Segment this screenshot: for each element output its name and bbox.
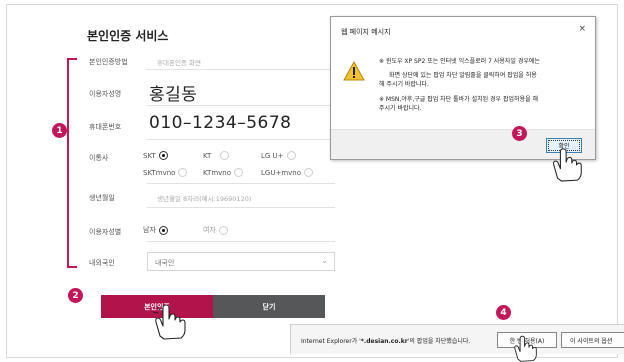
- step-badge-2: 2: [68, 288, 83, 303]
- dialog-message-line: ※ 윈도우 XP SP2 또는 인터넷 익스플로러 7 사용자일 경우에는: [379, 58, 540, 65]
- carrier-option-lgumvno[interactable]: LGU+mvno: [261, 168, 313, 177]
- divider: [147, 241, 335, 242]
- radio-selected-icon[interactable]: [158, 151, 168, 160]
- divider: [147, 207, 335, 208]
- phone-field[interactable]: 010–1234–5678: [149, 113, 291, 133]
- carrier-option-label: SKT: [143, 151, 156, 160]
- name-field[interactable]: 홍길동: [149, 80, 197, 105]
- ie-bar-domain: *.desian.co.kr: [360, 338, 408, 345]
- radio-selected-icon[interactable]: [158, 225, 168, 235]
- carrier-option-kt[interactable]: KT: [203, 151, 230, 160]
- carrier-option-ktmvno[interactable]: KTmvno: [203, 168, 244, 177]
- dialog-message-line: 화면 상단에 있는 팝업 차단 알림줄을 클릭하여 팝업을 허용: [389, 72, 537, 79]
- nationality-value: 내국인: [155, 259, 175, 267]
- pointer-hand-icon: [152, 304, 186, 340]
- dialog-title: 웹 페이지 메시지: [341, 28, 391, 36]
- carrier-option-label: KT: [203, 151, 212, 160]
- carrier-option-skt[interactable]: SKT: [143, 151, 168, 160]
- nationality-select[interactable]: 내국인 ⌄: [147, 252, 335, 271]
- step-badge-3: 3: [512, 126, 527, 141]
- birth-input[interactable]: 생년월일 8자리(예시:19690120): [157, 193, 251, 203]
- ie-popup-blocked-bar: Internet Explorer가 '*.desian.co.kr'의 팝업을…: [290, 324, 624, 354]
- divider: [147, 139, 335, 140]
- step-badge-4: 4: [496, 305, 511, 320]
- birth-label: 생년월일: [89, 194, 115, 202]
- carrier-option-label: KTmvno: [203, 168, 232, 177]
- dialog-message-line: 주시기 바랍니다.: [379, 105, 422, 112]
- divider: [147, 183, 335, 184]
- gender-label: 이용자성별: [89, 228, 122, 236]
- radio-icon[interactable]: [220, 151, 230, 160]
- dialog-message-line: ※ MSN,야후,구글 팝업 차단 툴바가 설치된 경우 팝업허용을 해: [379, 96, 539, 103]
- ie-bar-message-suffix: '의 팝업을 차단했습니다.: [407, 338, 471, 345]
- divider: [147, 69, 335, 70]
- nationality-label: 내외국인: [89, 259, 115, 267]
- radio-icon[interactable]: [286, 151, 296, 160]
- warning-icon: [343, 61, 365, 81]
- site-options-button[interactable]: 이 사이트의 옵션: [561, 332, 624, 348]
- pointer-hand-icon: [514, 335, 537, 362]
- gender-option-label: 여자: [203, 226, 216, 234]
- ie-bar-message-prefix: Internet Explorer가 ': [301, 338, 361, 345]
- carrier-option-label: LG U+: [261, 151, 284, 160]
- close-icon[interactable]: ×: [578, 24, 586, 34]
- gender-option-female[interactable]: 여자: [203, 225, 228, 235]
- gender-option-label: 남자: [143, 226, 156, 234]
- method-hint: 휴대폰인증 화면: [157, 59, 201, 67]
- gender-option-male[interactable]: 남자: [143, 225, 168, 235]
- page-title: 본인인증 서비스: [87, 29, 169, 43]
- radio-icon[interactable]: [218, 225, 228, 235]
- chevron-down-icon: ⌄: [321, 256, 328, 265]
- carrier-option-lgu[interactable]: LG U+: [261, 151, 296, 160]
- ie-bar-message: Internet Explorer가 '*.desian.co.kr'의 팝업을…: [301, 336, 470, 345]
- radio-icon[interactable]: [178, 168, 188, 177]
- carrier-option-label: LGU+mvno: [261, 168, 301, 177]
- divider: [147, 105, 335, 106]
- radio-icon[interactable]: [234, 168, 244, 177]
- method-label: 본인인증방법: [89, 58, 128, 66]
- dialog-message-line: 해 주시기 바랍니다.: [379, 81, 429, 88]
- close-button[interactable]: 닫기: [213, 295, 325, 318]
- pointer-hand-icon: [553, 148, 582, 182]
- carrier-option-sktmvno[interactable]: SKTmvno: [143, 168, 188, 177]
- radio-icon[interactable]: [304, 168, 313, 177]
- form-bracket: [67, 58, 77, 268]
- carrier-option-label: SKTmvno: [143, 168, 176, 177]
- step-badge-1: 1: [52, 123, 67, 138]
- name-label: 이용자성명: [89, 90, 122, 98]
- carrier-label: 이통사: [89, 154, 109, 162]
- phone-label: 휴대폰번호: [89, 123, 122, 131]
